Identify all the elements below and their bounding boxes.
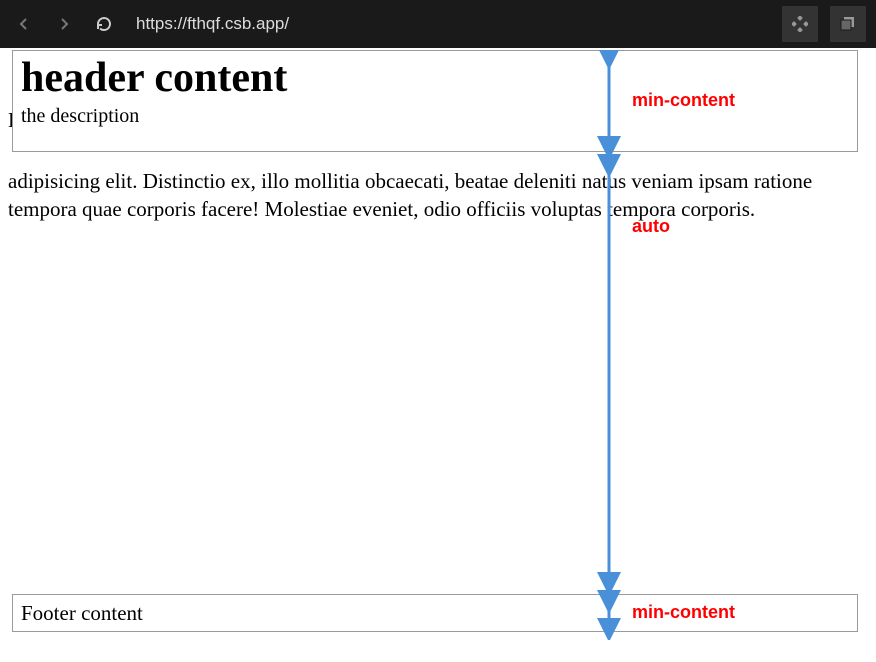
copy-icon	[840, 16, 856, 32]
chevron-right-icon	[57, 17, 71, 31]
annotation-header: min-content	[632, 90, 735, 111]
page-content: header content the description Lorem ips…	[0, 48, 876, 662]
browser-toolbar: https://fthqf.csb.app/	[0, 0, 876, 48]
window-button[interactable]	[830, 6, 866, 42]
chevron-left-icon	[17, 17, 31, 31]
footer-text: Footer content	[21, 601, 143, 626]
annotation-main: auto	[632, 216, 670, 237]
extension-button[interactable]	[782, 6, 818, 42]
annotation-footer: min-content	[632, 602, 735, 623]
back-button[interactable]	[10, 10, 38, 38]
reload-button[interactable]	[90, 10, 118, 38]
address-bar[interactable]: https://fthqf.csb.app/	[130, 14, 770, 34]
forward-button[interactable]	[50, 10, 78, 38]
diamond-grid-icon	[792, 16, 808, 32]
reload-icon	[95, 15, 113, 33]
main-paragraph-2: adipisicing elit. Distinctio ex, illo mo…	[8, 167, 838, 224]
